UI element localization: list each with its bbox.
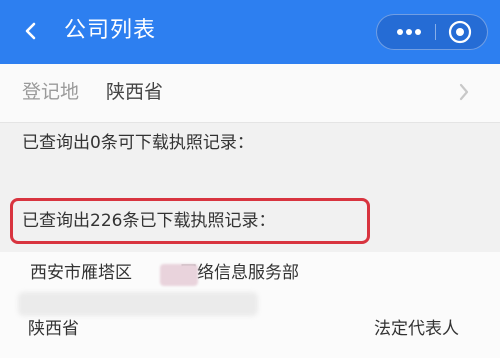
more-dots-icon: [397, 29, 421, 35]
downloadable-records-text: 已查询出0条可下载执照记录：: [22, 133, 254, 153]
blurred-row: [18, 292, 258, 316]
region-label: 登记地: [22, 81, 80, 103]
redaction-blur: [160, 264, 198, 286]
target-close-icon: [448, 20, 472, 44]
company-list-item[interactable]: 西安市雁塔区 网络信息服务部 陕西省 法定代表人: [0, 252, 500, 358]
back-button[interactable]: [14, 14, 48, 48]
close-button[interactable]: [445, 18, 475, 46]
chevron-right-icon: [459, 83, 469, 101]
legal-representative-label: 法定代表人: [374, 319, 459, 339]
region-value: 陕西省: [106, 81, 164, 103]
capsule-divider: [435, 24, 436, 40]
downloaded-records-text: 已查询出226条已下载执照记录：: [22, 211, 276, 231]
miniapp-capsule: [376, 14, 488, 50]
company-province: 陕西省: [28, 319, 79, 339]
more-button[interactable]: [391, 15, 427, 49]
app-header: 公司列表: [0, 0, 500, 64]
page-title: 公司列表: [64, 18, 157, 43]
company-name-prefix: 西安市雁塔区: [30, 263, 132, 283]
region-filter-row[interactable]: 登记地 陕西省: [0, 64, 500, 123]
chevron-left-icon: [25, 22, 36, 40]
